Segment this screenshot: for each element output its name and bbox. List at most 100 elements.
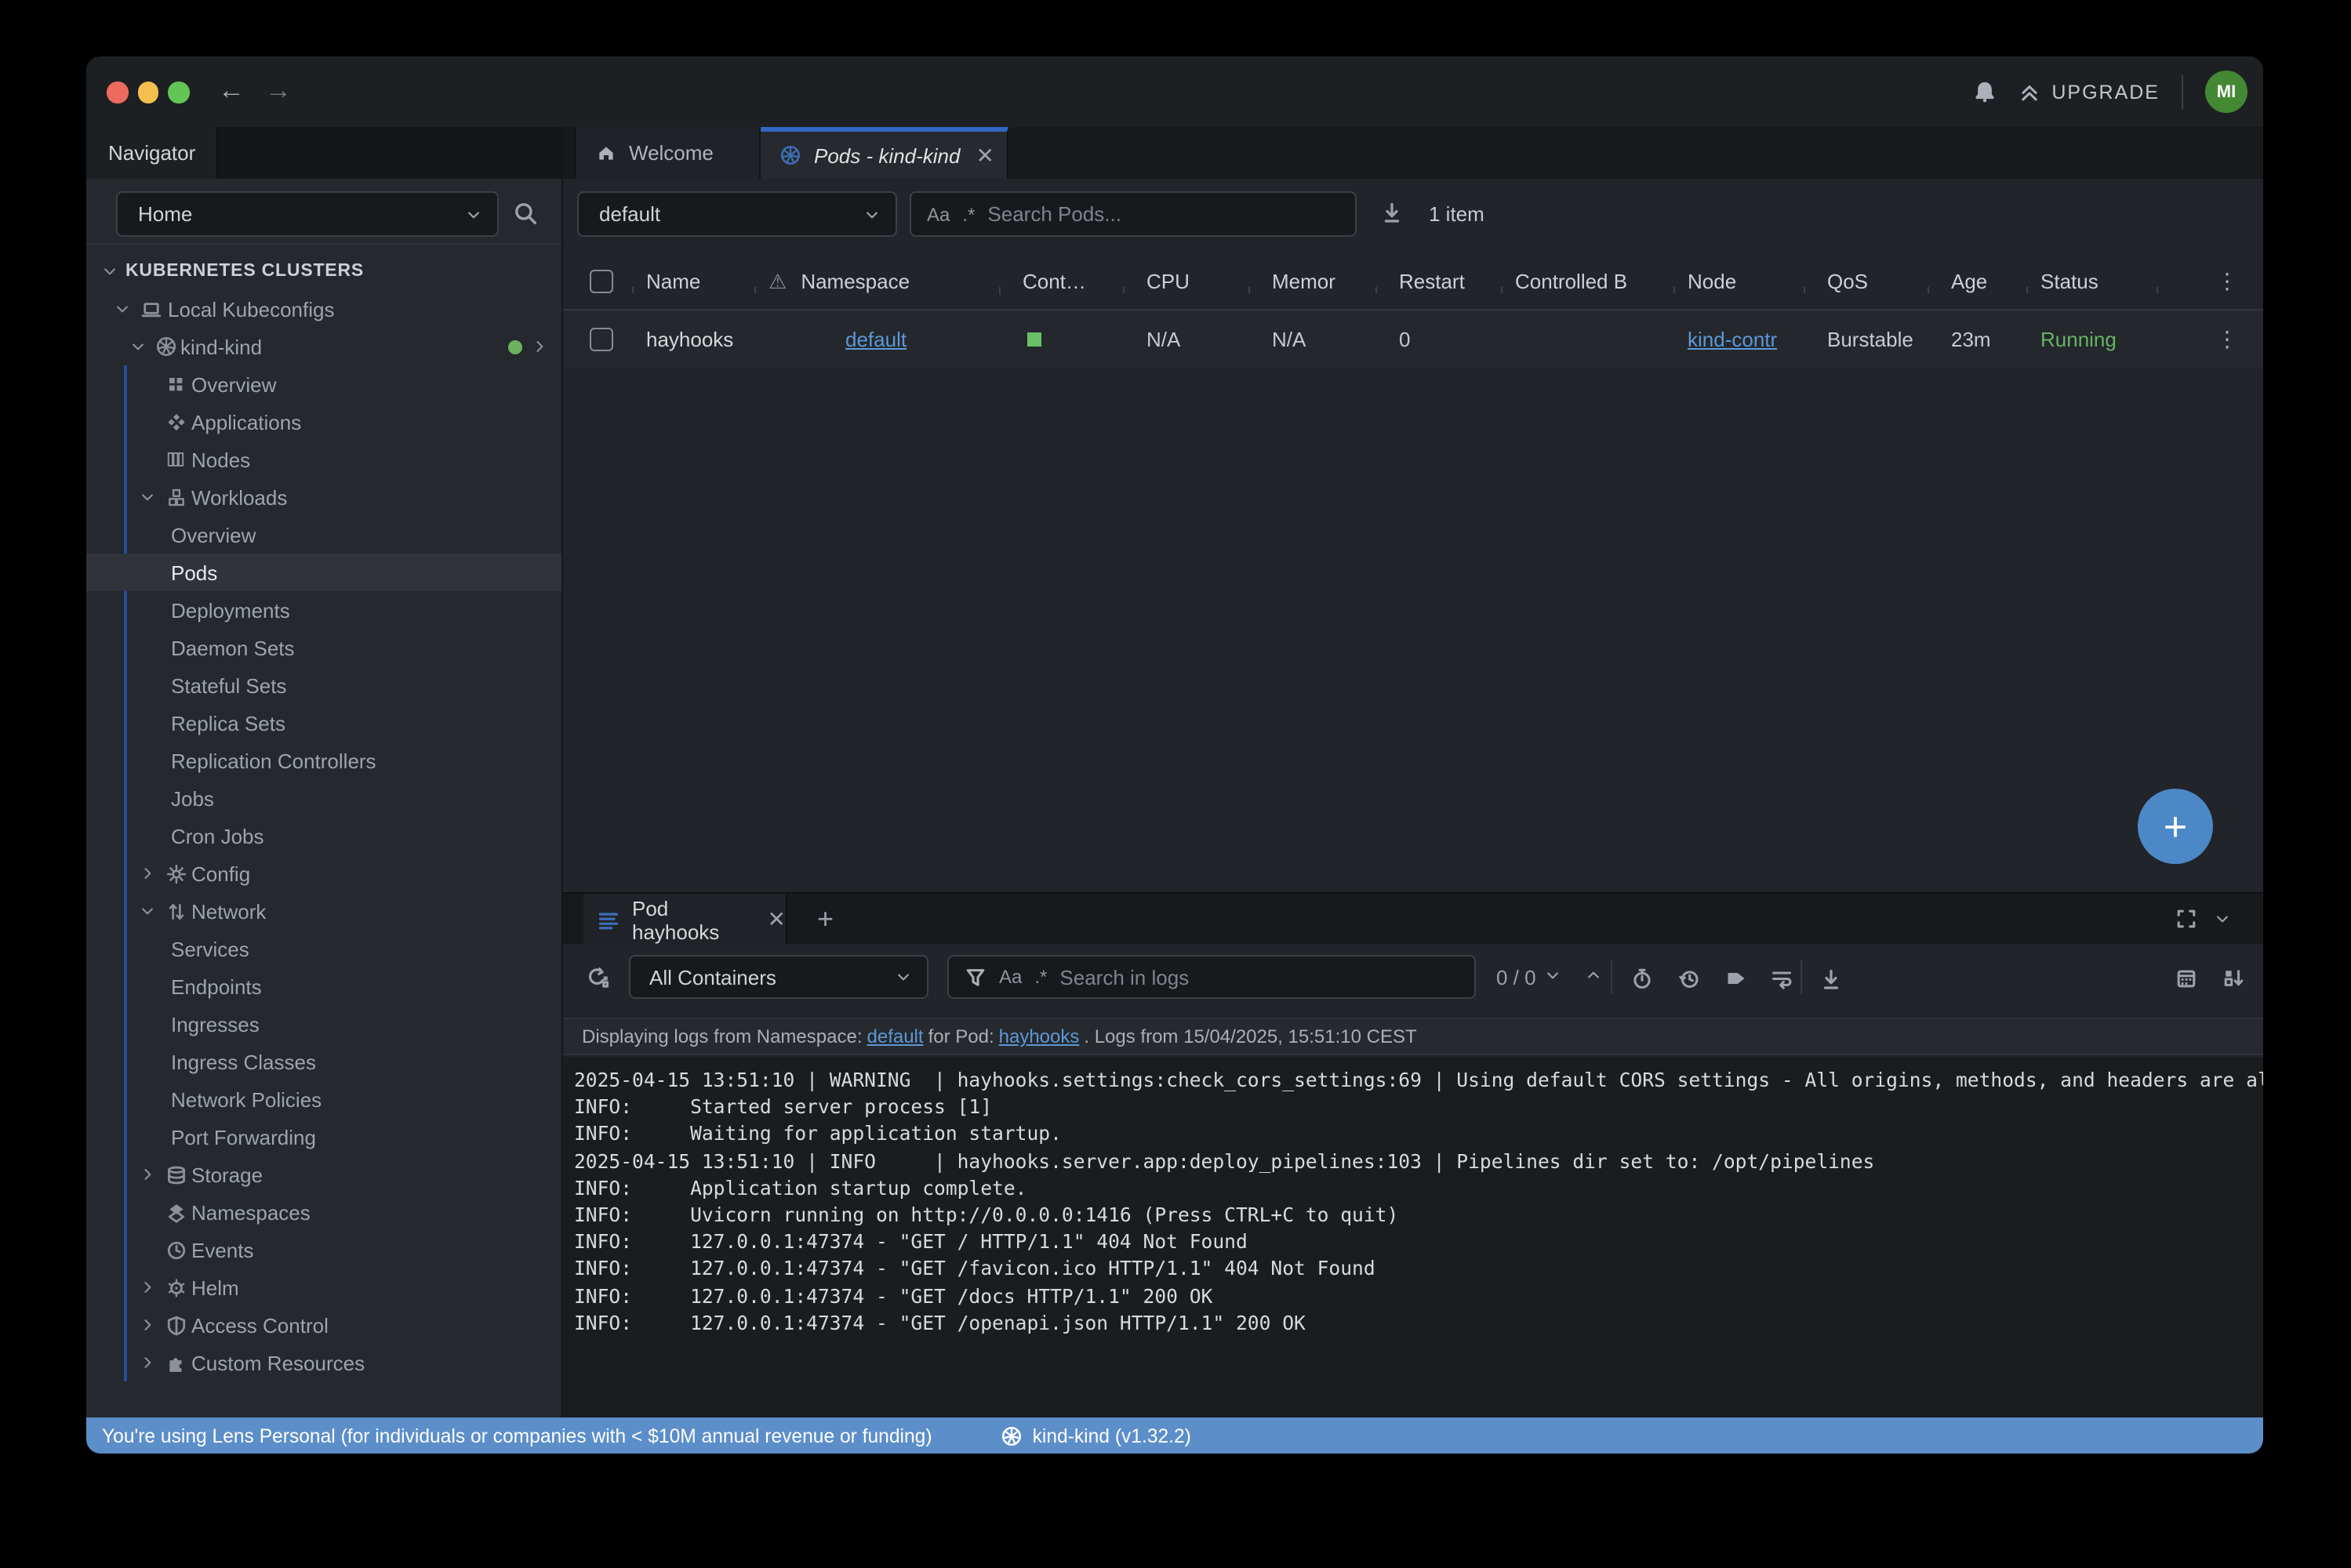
calendar-icon[interactable] [2175,967,2197,989]
node-link[interactable]: kind-contr [1688,327,1777,350]
sidebar-item-network[interactable]: Network [86,892,561,930]
prev-match-chevron-icon[interactable] [1586,967,1601,983]
sidebar-item-access-control[interactable]: Access Control [86,1306,561,1344]
add-resource-button[interactable]: + [2138,789,2213,864]
notifications-bell-icon[interactable] [1973,80,1997,103]
column-node[interactable]: Node [1675,270,1805,293]
minimize-window-button[interactable] [137,82,158,103]
close-window-button[interactable] [107,82,128,103]
row-checkbox[interactable] [590,327,613,350]
match-case-icon[interactable]: Aa [999,966,1022,988]
dock-new-tab-button[interactable]: + [817,894,834,946]
next-match-chevron-icon[interactable] [1545,967,1561,983]
match-case-icon[interactable]: Aa [927,203,950,225]
sidebar-item-ingresses[interactable]: Ingresses [86,1005,561,1043]
sidebar-item-local-kubeconfigs[interactable]: Local Kubeconfigs [86,290,561,328]
sidebar-item-config[interactable]: Config [86,855,561,892]
forward-arrow-icon[interactable]: → [265,74,292,108]
download-logs-icon[interactable] [1819,967,1843,991]
tag-icon[interactable] [1725,967,1747,989]
logs-pod-link[interactable]: hayhooks [999,1025,1080,1047]
download-icon[interactable] [1380,201,1404,224]
chevron-down-icon[interactable] [130,339,146,354]
sidebar-item-workloads[interactable]: Workloads [86,478,561,516]
logs-namespace-link[interactable]: default [867,1025,924,1047]
select-all-checkbox[interactable] [590,270,613,293]
sidebar-item-jobs[interactable]: Jobs [86,779,561,817]
tab-welcome[interactable]: Welcome [574,127,761,179]
sidebar-item-pods[interactable]: Pods [86,554,561,591]
sidebar-search-icon[interactable] [513,201,538,226]
chevron-right-icon[interactable] [140,1167,155,1182]
sidebar-item-deployments[interactable]: Deployments [86,591,561,629]
sidebar-item-network-policies[interactable]: Network Policies [86,1080,561,1118]
filter-icon[interactable] [965,966,987,988]
logs-search-input[interactable]: Aa .* Search in logs [947,955,1476,999]
upgrade-button[interactable]: UPGRADE [2019,81,2160,103]
sidebar-item-overview[interactable]: Overview [86,516,561,554]
avatar[interactable]: MI [2205,71,2247,113]
sidebar-item-kubernetes-clusters[interactable]: KUBERNETES CLUSTERS [86,252,561,290]
sidebar-item-applications[interactable]: Applications [86,403,561,441]
sidebar-item-replica-sets[interactable]: Replica Sets [86,704,561,742]
column-qos[interactable]: QoS [1805,270,1929,293]
sidebar-item-namespaces[interactable]: Namespaces [86,1193,561,1231]
sidebar-item-port-forwarding[interactable]: Port Forwarding [86,1118,561,1156]
dock-tab-close-icon[interactable]: ✕ [768,906,786,933]
sidebar-item-nodes[interactable]: Nodes [86,441,561,478]
chevron-down-icon[interactable] [140,489,155,505]
wrap-lines-icon[interactable] [1771,967,1793,989]
context-select[interactable]: Home [116,191,499,237]
sidebar-item-stateful-sets[interactable]: Stateful Sets [86,666,561,704]
statusbar-cluster[interactable]: kind-kind (v1.32.2) [1001,1425,1191,1446]
column-memory[interactable]: Memor [1250,270,1377,293]
dock-expand-icon[interactable] [2175,908,2197,930]
namespace-link[interactable]: default [845,327,907,350]
sidebar-item-kind-kind[interactable]: kind-kind [86,328,561,365]
previous-logs-icon[interactable] [1678,967,1700,989]
back-arrow-icon[interactable]: ← [218,74,245,108]
table-menu-icon[interactable]: ⋮ [2216,268,2238,295]
column-age[interactable]: Age [1929,270,2028,293]
tab-close-icon[interactable]: ✕ [976,142,994,169]
sidebar-item-events[interactable]: Events [86,1231,561,1269]
column-controlled-by[interactable]: Controlled B [1503,270,1675,293]
column-restarts[interactable]: Restart [1377,270,1503,293]
timestamps-icon[interactable] [1631,967,1653,989]
maximize-window-button[interactable] [168,82,189,103]
sidebar-item-endpoints[interactable]: Endpoints [86,967,561,1005]
sidebar-item-custom-resources[interactable]: Custom Resources [86,1344,561,1381]
regex-icon[interactable]: .* [1034,966,1047,988]
chevron-right-icon[interactable] [532,339,547,354]
scroll-to-bottom-icon[interactable] [2222,967,2244,989]
sidebar-item-helm[interactable]: Helm [86,1269,561,1306]
sidebar-item-services[interactable]: Services [86,930,561,967]
sidebar-item-daemon-sets[interactable]: Daemon Sets [86,629,561,666]
regex-icon[interactable]: .* [962,203,975,225]
pods-search-input[interactable]: Aa .* Search Pods... [910,191,1357,237]
sidebar-item-ingress-classes[interactable]: Ingress Classes [86,1043,561,1080]
sidebar-item-cron-jobs[interactable]: Cron Jobs [86,817,561,855]
reload-logs-icon[interactable] [585,966,609,989]
chevron-down-icon[interactable] [140,903,155,919]
row-menu-icon[interactable]: ⋮ [2216,325,2238,352]
dock-collapse-chevron-icon[interactable] [2215,911,2230,927]
chevron-right-icon[interactable] [140,866,155,881]
column-containers[interactable]: Cont… [1001,270,1125,293]
chevron-right-icon[interactable] [140,1279,155,1295]
sidebar-item-storage[interactable]: Storage [86,1156,561,1193]
logs-output[interactable]: 2025-04-15 13:51:10 | WARNING | hayhooks… [563,1057,2263,1417]
chevron-down-icon[interactable] [102,263,118,279]
column-name[interactable]: Name [634,270,756,293]
column-status[interactable]: Status [2028,270,2158,293]
chevron-down-icon[interactable] [114,301,130,317]
namespace-select[interactable]: default [577,191,897,237]
chevron-right-icon[interactable] [140,1317,155,1333]
dock-tab-pod-hayhooks[interactable]: Pod hayhooks ✕ [583,894,787,946]
chevron-right-icon[interactable] [140,1355,155,1370]
tab-pods-kind-kind[interactable]: Pods - kind-kind ✕ [761,127,1008,179]
column-cpu[interactable]: CPU [1125,270,1250,293]
sidebar-item-replication-controllers[interactable]: Replication Controllers [86,742,561,779]
column-namespace[interactable]: ⚠Namespace [756,269,1001,294]
table-row[interactable]: hayhooks default N/A N/A 0 kind-contr Bu… [563,310,2263,367]
